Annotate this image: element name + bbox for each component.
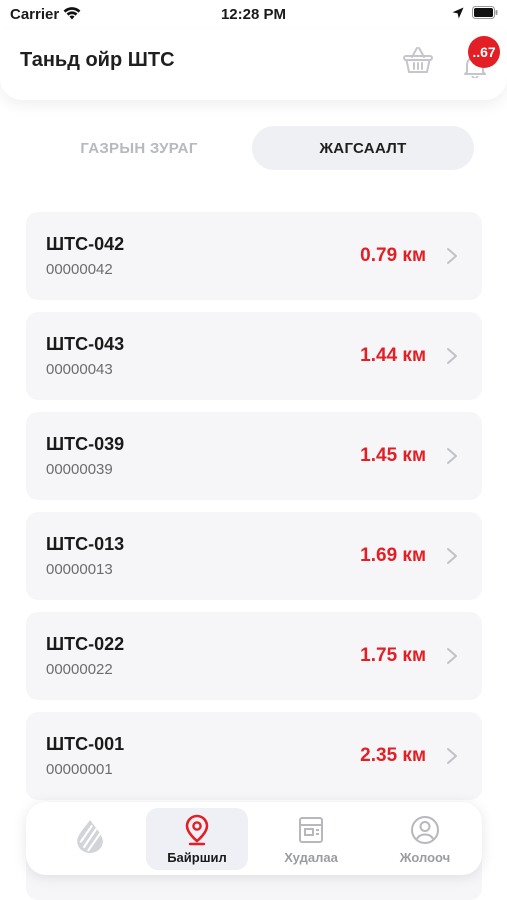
station-name: ШТС-039 (46, 434, 125, 454)
nav-item-home[interactable] (40, 808, 142, 870)
station-distance: 2.35 км (360, 745, 426, 766)
view-tabs: ГАЗРЫН ЗУРАГ ЖАГСААЛТ (28, 126, 475, 170)
station-name: ШТС-013 (46, 534, 125, 554)
nav-label-driver: Жолооч (399, 850, 451, 865)
user-icon (411, 816, 439, 844)
station-distance: 1.75 км (360, 645, 426, 666)
chevron-right-icon (447, 748, 457, 764)
station-code: 00000043 (46, 361, 113, 378)
tab-map[interactable]: ГАЗРЫН ЗУРАГ (28, 126, 250, 170)
chevron-right-icon (447, 648, 457, 664)
station-distance: 0.79 км (360, 245, 426, 266)
station-card[interactable]: ШТС-043 00000043 1.44 км (26, 312, 482, 400)
drop-logo-icon (77, 820, 103, 854)
status-bar: Carrier 12:28 PM (0, 0, 507, 30)
app-header: Таньд ойр ШТС ..67 (0, 30, 507, 100)
nav-item-driver[interactable]: Жолооч (374, 808, 476, 870)
station-name: ШТС-043 (46, 334, 125, 354)
map-pin-icon (185, 814, 209, 846)
store-icon (299, 817, 323, 843)
chevron-right-icon (447, 548, 457, 564)
station-card[interactable]: ШТС-042 00000042 0.79 км (26, 212, 482, 300)
bottom-nav: Байршил Худалаа Жолооч (26, 802, 482, 875)
station-card[interactable]: ШТС-022 00000022 1.75 км (26, 612, 482, 700)
station-card[interactable]: ШТС-039 00000039 1.45 км (26, 412, 482, 500)
notifications-button[interactable]: ..67 (458, 36, 500, 78)
station-code: 00000001 (46, 761, 113, 778)
station-distance: 1.45 км (360, 445, 426, 466)
station-code: 00000013 (46, 561, 113, 578)
station-card[interactable]: ШТС-013 00000013 1.69 км (26, 512, 482, 600)
station-name: ШТС-001 (46, 734, 125, 754)
nav-item-shop[interactable]: Худалаа (260, 808, 362, 870)
location-arrow-icon (452, 7, 464, 19)
clock-time: 12:28 PM (220, 6, 287, 23)
tab-list[interactable]: ЖАГСААЛТ (252, 126, 474, 170)
station-code: 00000022 (46, 661, 113, 678)
station-distance: 1.69 км (360, 545, 426, 566)
station-name: ШТС-022 (46, 634, 125, 654)
nav-label-shop: Худалаа (284, 850, 338, 865)
nav-item-location[interactable]: Байршил (146, 808, 248, 870)
station-distance: 1.44 км (360, 345, 426, 366)
station-code: 00000042 (46, 261, 113, 278)
station-name: ШТС-042 (46, 234, 125, 254)
nav-label-location: Байршил (167, 850, 227, 865)
station-code: 00000039 (46, 461, 113, 478)
page-title: Таньд ойр ШТС (20, 49, 175, 71)
basket-icon[interactable] (402, 45, 434, 75)
chevron-right-icon (447, 448, 457, 464)
notification-badge: ..67 (468, 36, 500, 68)
chevron-right-icon (447, 348, 457, 364)
battery-icon (472, 6, 498, 19)
station-card[interactable]: ШТС-001 00000001 2.35 км (26, 712, 482, 800)
chevron-right-icon (447, 248, 457, 264)
